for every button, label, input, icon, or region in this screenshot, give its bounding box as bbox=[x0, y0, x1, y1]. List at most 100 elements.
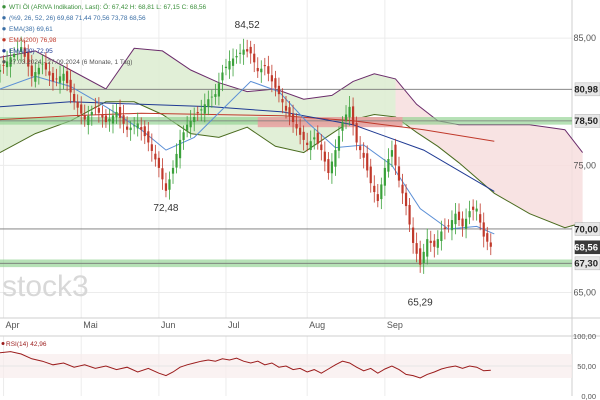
candle-body bbox=[157, 157, 160, 168]
candle-body bbox=[133, 125, 136, 127]
price-annotation-label: 72,48 bbox=[153, 203, 178, 214]
candle-body bbox=[76, 101, 79, 108]
candle-body bbox=[429, 240, 432, 243]
candle-body bbox=[284, 105, 288, 111]
candle-body bbox=[118, 107, 122, 118]
candle-body bbox=[472, 206, 475, 210]
candle-body bbox=[359, 146, 362, 151]
price-tick-label: 65,00 bbox=[573, 288, 596, 298]
candle-body bbox=[161, 168, 164, 180]
candle-body bbox=[83, 115, 86, 120]
time-axis-label: Mai bbox=[83, 320, 98, 330]
candle-body bbox=[461, 218, 464, 227]
candle-body bbox=[404, 192, 408, 207]
candle-body bbox=[443, 227, 446, 229]
candle-body bbox=[366, 153, 369, 171]
candle-body bbox=[111, 115, 115, 124]
price-badge-value: 67,30 bbox=[574, 259, 598, 270]
candle-body bbox=[182, 132, 185, 141]
candle-body bbox=[380, 184, 383, 200]
candle-body bbox=[302, 131, 305, 140]
candle-body bbox=[224, 66, 228, 69]
time-axis-label: Jul bbox=[228, 320, 240, 330]
candle-body bbox=[309, 141, 312, 151]
candle-body bbox=[323, 151, 326, 162]
candle-body bbox=[55, 78, 58, 80]
candle-body bbox=[249, 46, 252, 54]
candle-body bbox=[394, 144, 397, 166]
price-annotation-label: 84,52 bbox=[235, 20, 260, 31]
candle-body bbox=[196, 112, 199, 114]
cloud-bearish-area bbox=[395, 78, 583, 228]
candle-body bbox=[65, 71, 69, 84]
candle-body bbox=[235, 55, 238, 58]
candle-body bbox=[288, 107, 291, 117]
legend-dot bbox=[2, 27, 6, 31]
candle-body bbox=[295, 124, 298, 129]
time-axis-label: Sep bbox=[387, 320, 403, 330]
candle-body bbox=[341, 122, 344, 131]
price-tick-label: 85,00 bbox=[573, 33, 596, 43]
time-axis-label: Aug bbox=[309, 320, 325, 330]
rsi-label-dot bbox=[1, 342, 5, 345]
candle-body bbox=[327, 159, 330, 173]
candle-body bbox=[306, 142, 309, 146]
candle-body bbox=[334, 150, 337, 167]
candle-body bbox=[482, 222, 485, 237]
candle-body bbox=[383, 167, 386, 186]
candle-body bbox=[274, 78, 277, 88]
chart-container: stock3 84,52 72,48 65,29 85,00 75,00 70,00 65… bbox=[0, 0, 600, 400]
candle-body bbox=[143, 126, 146, 137]
candle-body bbox=[475, 208, 478, 212]
legend-entry: EMA(200) 76,98 bbox=[9, 37, 57, 44]
candle-body bbox=[330, 161, 333, 174]
candle-body bbox=[30, 65, 33, 77]
candle-body bbox=[468, 211, 471, 218]
candle-body bbox=[299, 127, 302, 135]
candle-body bbox=[415, 243, 418, 254]
candle-body bbox=[291, 113, 295, 123]
candle-body bbox=[58, 76, 62, 83]
candle-body bbox=[87, 115, 90, 126]
candle-body bbox=[267, 66, 270, 74]
candle-body bbox=[203, 104, 206, 114]
rsi-panel: RSI(14) 42,96 100,00 50,00 0,00 bbox=[0, 332, 596, 400]
candle-body bbox=[489, 242, 492, 247]
candle-body bbox=[5, 61, 9, 68]
candle-body bbox=[69, 79, 72, 93]
candle-body bbox=[231, 58, 235, 66]
candle-body bbox=[80, 104, 83, 114]
legend-dot bbox=[2, 16, 6, 20]
candle-body bbox=[214, 94, 217, 97]
candle-body bbox=[175, 153, 178, 168]
candle-body bbox=[253, 53, 256, 63]
candle-body bbox=[239, 52, 242, 54]
price-badge-value: 70,00 bbox=[574, 224, 598, 235]
candle-body bbox=[362, 152, 365, 158]
candle-body bbox=[479, 214, 482, 223]
candle-body bbox=[164, 183, 168, 191]
candle-body bbox=[104, 115, 108, 123]
candle-body bbox=[277, 85, 281, 95]
candle-body bbox=[73, 93, 76, 102]
candle-body bbox=[464, 218, 468, 229]
candle-body bbox=[171, 167, 175, 174]
candle-body bbox=[115, 111, 118, 118]
legend-entry: EMA(90) 72,95 bbox=[9, 48, 53, 55]
time-axis-label: Apr bbox=[6, 320, 20, 330]
candle-body bbox=[454, 213, 457, 225]
candle-body bbox=[97, 107, 100, 113]
candle-body bbox=[122, 115, 125, 124]
candle-body bbox=[320, 144, 323, 151]
candle-body bbox=[408, 204, 411, 225]
legend-dot bbox=[2, 49, 6, 53]
rsi-tick-label: 100,00 bbox=[573, 332, 596, 341]
ichimoku-cloud bbox=[0, 47, 583, 229]
candle-body bbox=[242, 49, 245, 55]
price-badge-value: 80,98 bbox=[574, 85, 598, 96]
candle-body bbox=[387, 159, 390, 172]
candle-body bbox=[373, 185, 376, 193]
legend-entry: 27.03.2024 - 27.09.2024 (6 Monate, 1 Tag… bbox=[9, 59, 132, 66]
candle-body bbox=[221, 72, 224, 81]
candle-body bbox=[401, 184, 404, 194]
